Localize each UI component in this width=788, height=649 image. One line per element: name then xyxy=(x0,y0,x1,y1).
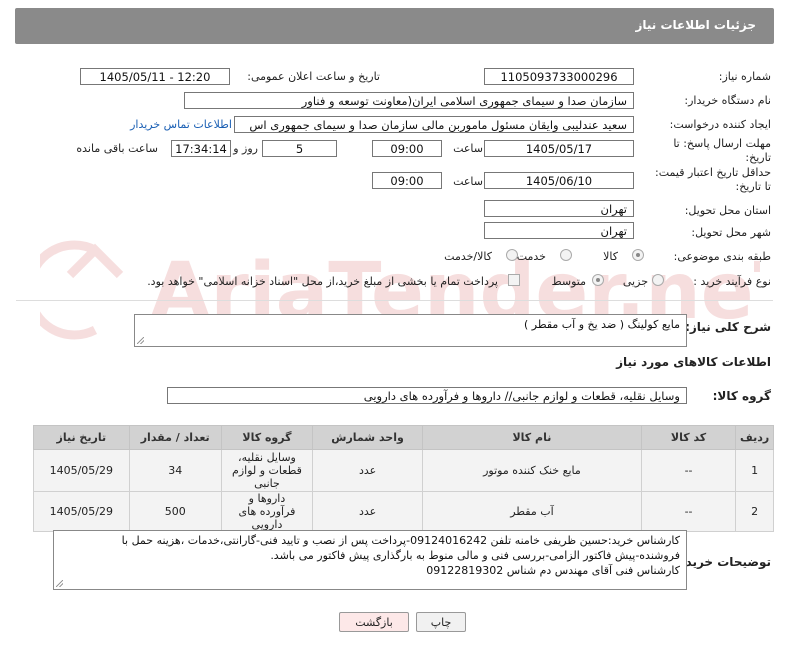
buyer-org-field[interactable]: سازمان صدا و سیمای جمهوری اسلامی ایران(م… xyxy=(184,92,634,109)
buyer-contact-link[interactable]: اطلاعات تماس خریدار xyxy=(130,118,232,131)
col-name: نام کالا xyxy=(422,425,642,450)
general-desc-label: شرح کلی نیاز: xyxy=(685,320,771,334)
category-radio-goods-service[interactable] xyxy=(506,249,518,261)
buyer-notes-line2: فروشنده-پیش فاکتور الزامی-بررسی فنی و ما… xyxy=(270,549,680,562)
col-row: ردیف xyxy=(735,425,774,450)
remaining-time-field[interactable]: 17:34:14 xyxy=(171,140,231,157)
days-label: روز و xyxy=(233,142,258,155)
col-qty: تعداد / مقدار xyxy=(128,425,222,450)
back-button[interactable]: بازگشت xyxy=(339,612,409,632)
treasury-payment-checkbox[interactable] xyxy=(508,274,520,286)
cell-date: 1405/05/29 xyxy=(33,491,130,532)
requester-field[interactable]: سعید عندلیبی وایقان مسئول ماموربن مالی س… xyxy=(234,116,634,133)
divider xyxy=(16,300,773,301)
general-desc-textarea[interactable]: مایع کولینگ ( ضد یخ و آب مقطر ) xyxy=(134,314,687,347)
page-title: جزئیات اطلاعات نیاز xyxy=(635,18,756,32)
process-label: نوع فرآیند خرید : xyxy=(693,275,771,288)
need-number-label: شماره نیاز: xyxy=(718,70,771,83)
announce-label: تاریخ و ساعت اعلان عمومی: xyxy=(247,70,380,83)
province-field[interactable]: تهران xyxy=(484,200,634,217)
requester-label: ایجاد کننده درخواست: xyxy=(669,118,771,131)
cell-name: آب مقطر xyxy=(422,491,642,532)
cell-date: 1405/05/29 xyxy=(33,449,130,492)
deadline-date-field[interactable]: 1405/05/17 xyxy=(484,140,634,157)
cell-group: داروها و فرآورده های دارویی xyxy=(220,491,314,532)
validity-date-field[interactable]: 1405/06/10 xyxy=(484,172,634,189)
announce-datetime-field[interactable]: 1405/05/11 - 12:20 xyxy=(80,68,230,85)
cell-qty: 500 xyxy=(128,491,222,532)
cell-name: مایع خنک کننده موتور xyxy=(422,449,642,492)
table-row[interactable]: 2 -- آب مقطر عدد داروها و فرآورده های دا… xyxy=(33,491,774,532)
buyer-notes-line1: کارشناس خرید:حسین ظریفی خامنه تلفن 09124… xyxy=(121,534,680,547)
category-radio-goods[interactable] xyxy=(632,249,644,261)
province-label: استان محل تحویل: xyxy=(684,204,771,217)
process-option-medium: متوسط xyxy=(551,275,586,288)
table-row[interactable]: 1 -- مایع خنک کننده موتور عدد وسایل نقلی… xyxy=(33,449,774,492)
resize-grip-icon[interactable] xyxy=(56,580,63,587)
category-option-goods: کالا xyxy=(603,250,618,263)
buyer-org-label: نام دستگاه خریدار: xyxy=(684,94,771,107)
deadline-label-line2: تاریخ: xyxy=(745,151,771,164)
cell-unit: عدد xyxy=(312,491,424,532)
cell-row: 1 xyxy=(735,449,774,492)
process-radio-minor[interactable] xyxy=(652,274,664,286)
remaining-time-label: ساعت باقی مانده xyxy=(76,142,158,155)
validity-time-field[interactable]: 09:00 xyxy=(372,172,442,189)
goods-table: ردیف کد کالا نام کالا واحد شمارش گروه کا… xyxy=(33,425,774,532)
cell-group: وسایل نقلیه، قطعات و لوازم جانبی xyxy=(220,449,314,492)
col-code: کد کالا xyxy=(640,425,737,450)
print-button[interactable]: چاپ xyxy=(416,612,466,632)
deadline-time-field[interactable]: 09:00 xyxy=(372,140,442,157)
cell-qty: 34 xyxy=(128,449,222,492)
process-option-minor: جزیی xyxy=(622,275,648,288)
days-remaining-field[interactable]: 5 xyxy=(262,140,337,157)
buyer-notes-textarea[interactable]: کارشناس خرید:حسین ظریفی خامنه تلفن 09124… xyxy=(53,530,687,590)
header-bar: جزئیات اطلاعات نیاز xyxy=(15,8,774,44)
cell-unit: عدد xyxy=(312,449,424,492)
cell-code: -- xyxy=(640,491,737,532)
city-field[interactable]: تهران xyxy=(484,222,634,239)
col-date: تاریخ نیاز xyxy=(33,425,130,450)
category-option-service: خدمت xyxy=(516,250,546,263)
deadline-time-label: ساعت xyxy=(453,142,483,155)
need-number-field[interactable]: 1105093733000296 xyxy=(484,68,634,85)
cell-code: -- xyxy=(640,449,737,492)
category-label: طبقه بندی موضوعی: xyxy=(673,250,771,263)
treasury-payment-note: پرداخت تمام یا بخشی از مبلغ خرید،از محل … xyxy=(147,275,498,288)
city-label: شهر محل تحویل: xyxy=(691,226,771,239)
category-option-goods-service: کالا/خدمت xyxy=(444,250,492,263)
goods-group-field[interactable]: وسایل نقلیه، قطعات و لوازم جانبی// داروه… xyxy=(167,387,687,404)
process-radio-medium[interactable] xyxy=(592,274,604,286)
table-header-row: ردیف کد کالا نام کالا واحد شمارش گروه کا… xyxy=(33,425,774,450)
goods-group-label: گروه کالا: xyxy=(712,389,771,403)
deadline-label-line1: مهلت ارسال پاسخ: تا xyxy=(673,137,771,150)
validity-label-line1: حداقل تاریخ اعتبار قیمت: xyxy=(655,166,771,179)
col-group: گروه کالا xyxy=(220,425,314,450)
col-unit: واحد شمارش xyxy=(312,425,424,450)
resize-grip-icon[interactable] xyxy=(137,337,144,344)
cell-row: 2 xyxy=(735,491,774,532)
goods-section-title: اطلاعات کالاهای مورد نیاز xyxy=(616,355,771,369)
category-radio-service[interactable] xyxy=(560,249,572,261)
validity-time-label: ساعت xyxy=(453,175,483,188)
buyer-notes-line3: کارشناس فنی آقای مهندس دم شناس 091228193… xyxy=(426,564,680,577)
general-desc-text: مایع کولینگ ( ضد یخ و آب مقطر ) xyxy=(523,318,680,331)
validity-label-line2: تا تاریخ: xyxy=(735,180,771,193)
